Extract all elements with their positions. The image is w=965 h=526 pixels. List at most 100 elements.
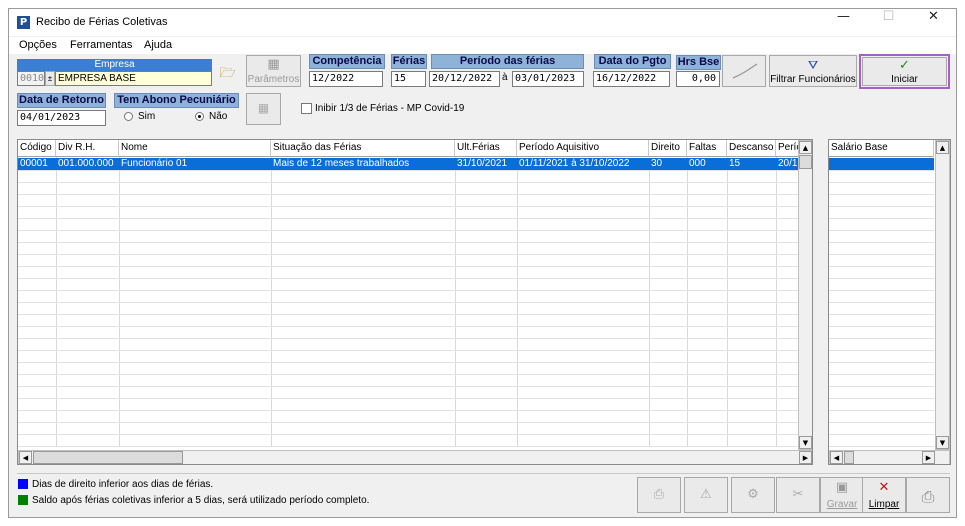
cell-periodo-aquisitivo: 01/11/2021 à 31/10/2022 bbox=[519, 158, 630, 169]
hrs-bse-field[interactable]: 0,00 bbox=[676, 71, 720, 87]
close-window-button[interactable]: ✕ bbox=[911, 9, 956, 36]
grid-row-line bbox=[829, 194, 934, 195]
preview-button[interactable]: ⎙ bbox=[637, 477, 681, 513]
menu-opcoes[interactable]: Opções bbox=[19, 39, 57, 51]
hscroll-thumb[interactable] bbox=[844, 451, 854, 464]
periodo-to-field[interactable]: 03/01/2023 bbox=[512, 71, 584, 87]
col-header-periodo-aquisitivo[interactable]: Período Aquisitivo bbox=[517, 140, 649, 157]
periodo-from-field[interactable]: 20/12/2022 bbox=[429, 71, 500, 87]
col-header-nome[interactable]: Nome bbox=[119, 140, 271, 157]
grid-row-line bbox=[829, 290, 934, 291]
parametros-button[interactable]: ▦ Parâmetros bbox=[246, 55, 301, 87]
maximize-button[interactable]: ☐ bbox=[866, 9, 911, 36]
empresa-spin-button[interactable]: ± bbox=[45, 71, 55, 86]
abono-sim-text: Sim bbox=[138, 111, 156, 122]
col-header-situacao[interactable]: Situação das Férias bbox=[271, 140, 455, 157]
scroll-left-arrow-icon[interactable]: ◀ bbox=[830, 451, 843, 464]
grid-vscrollbar[interactable]: ▲ ▼ bbox=[798, 140, 812, 450]
alert-button[interactable]: ⚠ bbox=[684, 477, 728, 513]
grid-row-line bbox=[18, 266, 798, 267]
cell-nome: Funcionário 01 bbox=[121, 158, 188, 169]
data-retorno-label: Data de Retorno bbox=[17, 93, 106, 108]
hscroll-thumb[interactable] bbox=[33, 451, 183, 464]
grid-row-line bbox=[18, 230, 798, 231]
col-header-codigo[interactable]: Código bbox=[18, 140, 56, 157]
check-icon: ✓ bbox=[899, 58, 910, 73]
grid-row-line bbox=[18, 206, 798, 207]
calc-button[interactable]: ▦ bbox=[246, 93, 281, 125]
col-header-salario-base[interactable]: Salário Base bbox=[829, 140, 934, 157]
grid-row-line bbox=[18, 326, 798, 327]
salary-vscrollbar[interactable]: ▲ ▼ bbox=[935, 140, 950, 450]
ferias-field[interactable]: 15 bbox=[391, 71, 426, 87]
inibir-checkbox[interactable] bbox=[301, 103, 312, 114]
grid-row-line bbox=[18, 170, 798, 171]
settings-button[interactable]: ⚙ bbox=[731, 477, 775, 513]
legend-blue-text: Dias de direito inferior aos dias de fér… bbox=[32, 479, 214, 490]
grid-hscrollbar[interactable]: ◀ ▶ bbox=[18, 450, 812, 464]
grid-row-line bbox=[18, 182, 798, 183]
vscroll-thumb[interactable] bbox=[799, 155, 812, 169]
limpar-button[interactable]: ✕ Limpar bbox=[862, 477, 906, 513]
salary-grid: Salário Base ▲ ▼ ◀ ▶ bbox=[828, 139, 951, 465]
tools-button[interactable]: ✂ bbox=[776, 477, 820, 513]
scroll-up-arrow-icon[interactable]: ▲ bbox=[799, 141, 812, 154]
table-row[interactable] bbox=[829, 158, 934, 170]
scroll-right-arrow-icon[interactable]: ▶ bbox=[922, 451, 935, 464]
printer-icon: ⎙ bbox=[921, 487, 935, 506]
data-retorno-field[interactable]: 04/01/2023 bbox=[17, 110, 106, 126]
filter-icon: ⛛ bbox=[807, 58, 819, 72]
empresa-code-field[interactable]: 0010 bbox=[17, 71, 45, 86]
grid-row-line bbox=[829, 350, 934, 351]
grid-row-line bbox=[829, 398, 934, 399]
data-pgto-field[interactable]: 16/12/2022 bbox=[593, 71, 670, 87]
window-title: Recibo de Férias Coletivas bbox=[36, 16, 168, 28]
grid-row-line bbox=[18, 386, 798, 387]
col-header-ult-ferias[interactable]: Ult.Férias bbox=[455, 140, 517, 157]
open-folder-button[interactable]: 🗁 bbox=[215, 59, 240, 86]
grid-row-line bbox=[829, 386, 934, 387]
print-button[interactable]: ⎙ bbox=[906, 477, 950, 513]
grid-row-line bbox=[18, 350, 798, 351]
app-icon: P bbox=[17, 16, 30, 29]
col-header-descanso[interactable]: Descanso bbox=[727, 140, 776, 157]
cell-ult-ferias: 31/10/2021 bbox=[457, 158, 508, 169]
col-header-direito[interactable]: Direito bbox=[649, 140, 687, 157]
empresa-name-field[interactable]: EMPRESA BASE bbox=[55, 71, 212, 86]
scroll-right-arrow-icon[interactable]: ▶ bbox=[799, 451, 812, 464]
close-icon: ✕ bbox=[878, 480, 890, 495]
scroll-down-arrow-icon[interactable]: ▼ bbox=[936, 436, 949, 449]
signature-button[interactable] bbox=[722, 55, 766, 87]
scroll-up-arrow-icon[interactable]: ▲ bbox=[936, 141, 949, 154]
col-header-div-rh[interactable]: Div R.H. bbox=[56, 140, 119, 157]
cell-codigo: 00001 bbox=[20, 158, 48, 169]
grid-row-line bbox=[18, 218, 798, 219]
abono-sim-radio[interactable] bbox=[124, 112, 133, 121]
grid-row-line bbox=[18, 410, 798, 411]
grid-row-line bbox=[829, 374, 934, 375]
grid-row-line bbox=[829, 314, 934, 315]
grid-row-line bbox=[829, 266, 934, 267]
grid-row-line bbox=[829, 362, 934, 363]
grid-row-line bbox=[829, 230, 934, 231]
gravar-button[interactable]: ▣ Gravar bbox=[820, 477, 864, 513]
competencia-field[interactable]: 12/2022 bbox=[309, 71, 383, 87]
preview-icon: ⎙ bbox=[653, 487, 665, 502]
col-header-faltas[interactable]: Faltas bbox=[687, 140, 727, 157]
filtrar-funcionarios-button[interactable]: ⛛ Filtrar Funcionários bbox=[769, 55, 857, 87]
tools-icon: ✂ bbox=[792, 487, 804, 502]
grid-row-line bbox=[829, 182, 934, 183]
salary-hscrollbar[interactable]: ◀ ▶ bbox=[829, 450, 950, 464]
cell-situacao: Mais de 12 meses trabalhados bbox=[273, 158, 410, 169]
table-row[interactable]: 00001 001.000.000 Funcionário 01 Mais de… bbox=[18, 158, 798, 170]
iniciar-button[interactable]: ✓ Iniciar bbox=[862, 57, 947, 86]
abono-nao-radio[interactable] bbox=[195, 112, 204, 121]
menu-ajuda[interactable]: Ajuda bbox=[144, 39, 172, 51]
menu-ferramentas[interactable]: Ferramentas bbox=[70, 39, 132, 51]
divider bbox=[17, 473, 950, 474]
scroll-left-arrow-icon[interactable]: ◀ bbox=[19, 451, 32, 464]
cell-div-rh: 001.000.000 bbox=[58, 158, 114, 169]
minimize-button[interactable]: — bbox=[821, 9, 866, 36]
inibir-label: Inibir 1/3 de Férias - MP Covid-19 bbox=[315, 103, 465, 114]
scroll-down-arrow-icon[interactable]: ▼ bbox=[799, 436, 812, 449]
